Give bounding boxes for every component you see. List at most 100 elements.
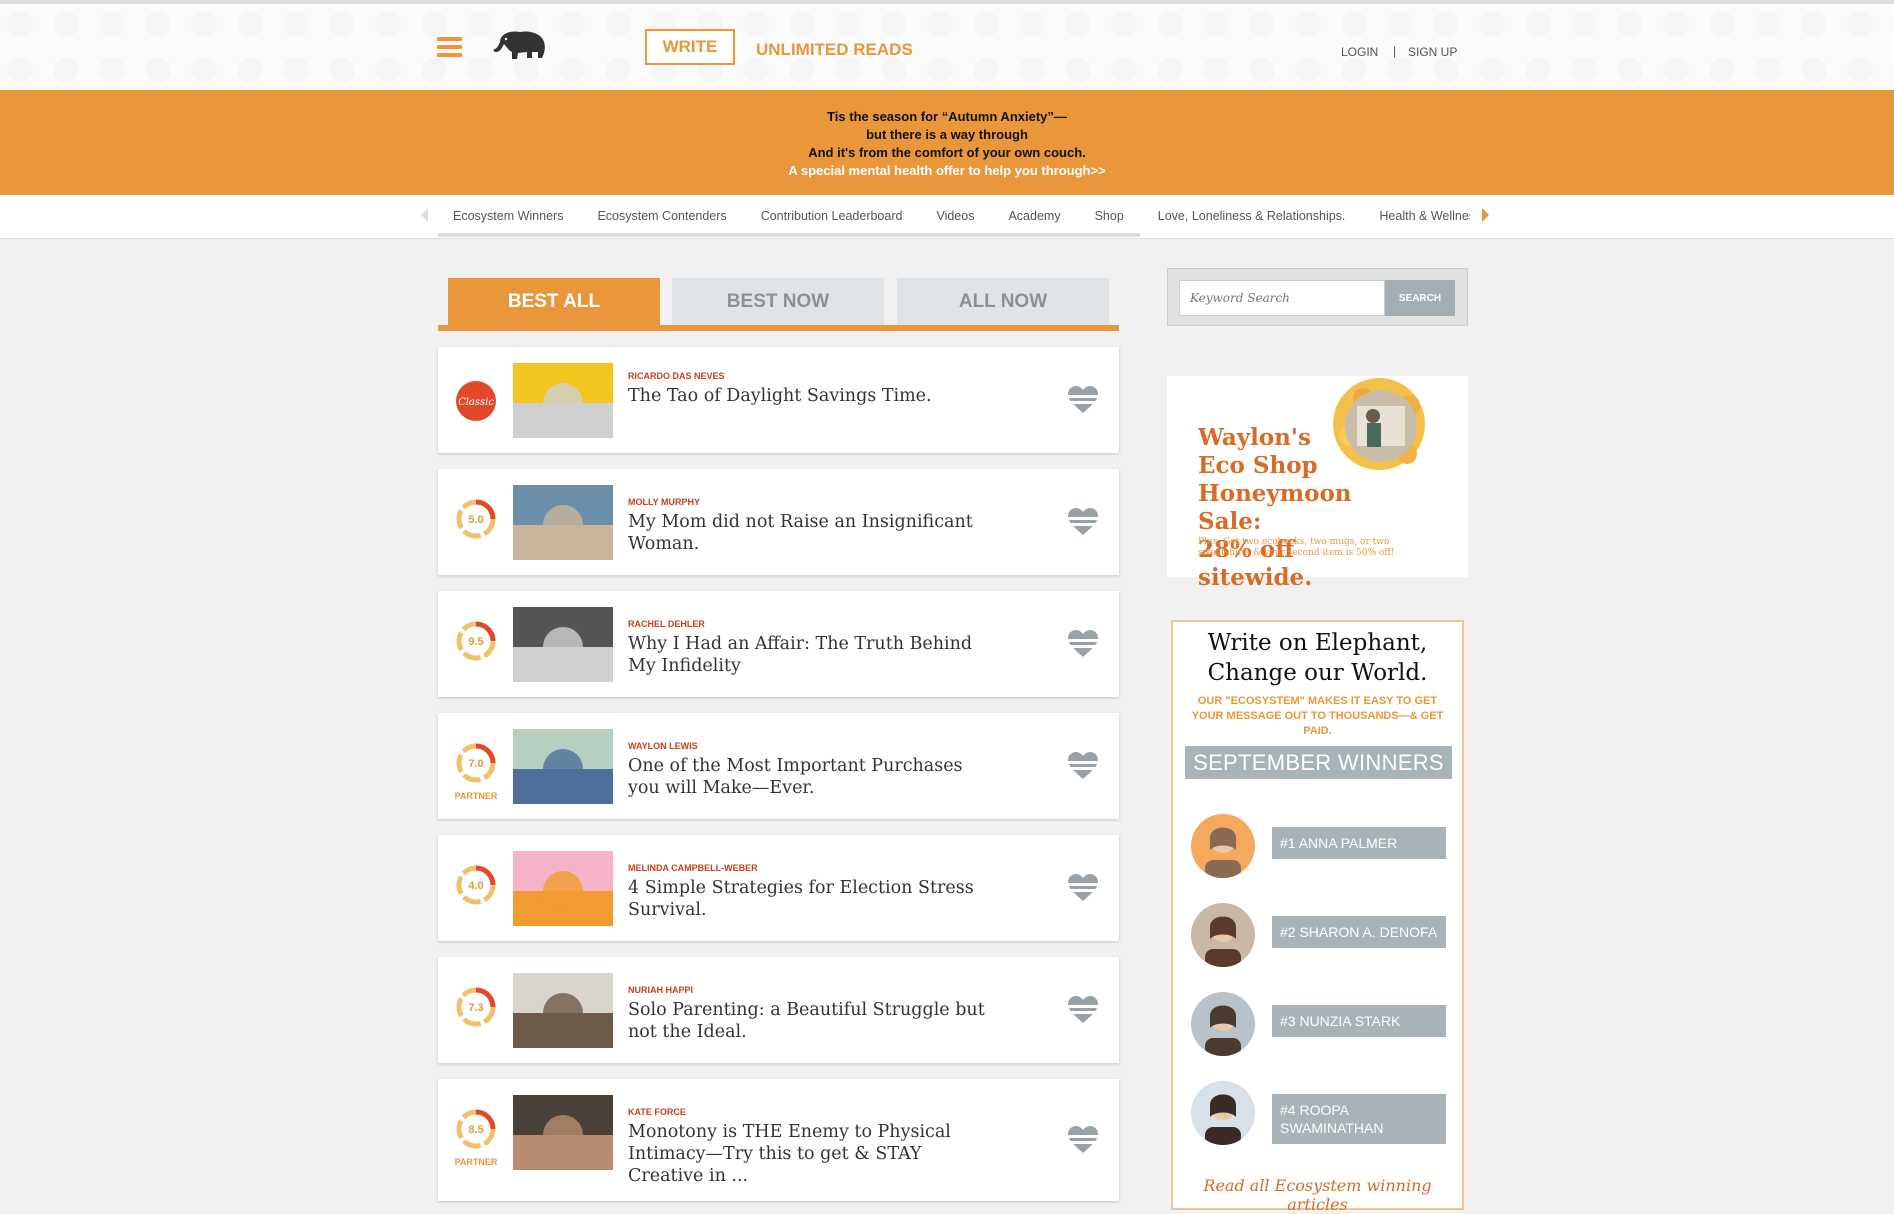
heart-icon[interactable] [1066, 995, 1100, 1025]
avatar[interactable] [1191, 1081, 1255, 1145]
tab-best-all[interactable]: BEST ALL [448, 278, 660, 325]
banner-line-1: Tis the season for “Autumn Anxiety”— [827, 109, 1067, 124]
score-ring-icon: 7.0 [456, 743, 496, 783]
menu-icon[interactable] [437, 37, 462, 59]
category-ecosystem-contenders[interactable]: Ecosystem Contenders [582, 195, 726, 223]
login-link[interactable]: LOGIN [1341, 45, 1378, 59]
scroll-left-icon[interactable] [421, 208, 428, 222]
article-title[interactable]: Monotony is THE Enemy to Physical Intima… [628, 1121, 988, 1187]
search-input[interactable] [1179, 280, 1385, 316]
category-videos[interactable]: Videos [921, 195, 974, 223]
scroll-right-icon[interactable] [1482, 208, 1489, 222]
winner-row[interactable]: #1 ANNA PALMER [1173, 814, 1462, 884]
category-academy[interactable]: Academy [993, 195, 1060, 223]
article-author[interactable]: RICARDO DAS NEVES [628, 371, 725, 381]
signup-link[interactable]: SIGN UP [1408, 45, 1457, 59]
category-shop[interactable]: Shop [1080, 195, 1124, 223]
article-title[interactable]: Why I Had an Affair: The Truth Behind My… [628, 633, 988, 677]
article-card[interactable]: 7.0 PARTNER WAYLON LEWIS One of the Most … [438, 713, 1119, 819]
article-card[interactable]: 9.5 RACHEL DEHLER Why I Had an Affair: Th… [438, 591, 1119, 697]
article-card[interactable]: 5.0 MOLLY MURPHY My Mom did not Raise an … [438, 469, 1119, 575]
article-author[interactable]: WAYLON LEWIS [628, 741, 698, 751]
winners-subtitle: OUR "ECOSYSTEM" MAKES IT EASY TO GET YOU… [1191, 695, 1444, 737]
article-card[interactable]: Classic RICARDO DAS NEVES The Tao of Dayl… [438, 347, 1119, 453]
heart-icon[interactable] [1066, 629, 1100, 659]
banner-line-2: but there is a way through [866, 127, 1028, 142]
score-ring-icon: 7.3 [456, 987, 496, 1027]
article-author[interactable]: MELINDA CAMPBELL-WEBER [628, 863, 758, 873]
article-card[interactable]: 8.5 PARTNER KATE FORCE Monotony is THE En… [438, 1079, 1119, 1201]
winner-name[interactable]: #1 ANNA PALMER [1272, 827, 1446, 859]
article-thumbnail[interactable] [513, 607, 613, 682]
article-title[interactable]: My Mom did not Raise an Insignificant Wo… [628, 511, 988, 555]
article-card[interactable]: 7.3 NURIAH HAPPI Solo Parenting: a Beauti… [438, 957, 1119, 1063]
promo-banner[interactable]: Tis the season for “Autumn Anxiety”— but… [0, 90, 1894, 195]
article-author[interactable]: MOLLY MURPHY [628, 497, 700, 507]
partner-label: PARTNER [454, 791, 498, 801]
article-author[interactable]: KATE FORCE [628, 1107, 686, 1117]
winner-name[interactable]: #4 ROOPA SWAMINATHAN [1272, 1094, 1446, 1144]
tab-all-now[interactable]: ALL NOW [897, 278, 1109, 325]
heart-icon[interactable] [1066, 1125, 1100, 1155]
search-box: SEARCH [1167, 268, 1468, 326]
ad-small-print: Plus: Get two ecobooks, two mugs, or two… [1198, 537, 1395, 558]
sort-tabs: BEST ALL BEST NOW ALL NOW [438, 278, 1119, 332]
article-thumbnail[interactable] [513, 851, 613, 926]
heart-icon[interactable] [1066, 873, 1100, 903]
read-all-winners-link[interactable]: Read all Ecosystem winning articles [1173, 1176, 1462, 1214]
article-title[interactable]: 4 Simple Strategies for Election Stress … [628, 877, 988, 921]
article-title[interactable]: The Tao of Daylight Savings Time. [628, 385, 988, 407]
winner-row[interactable]: #2 SHARON A. DENOFA [1173, 903, 1462, 973]
article-author[interactable]: RACHEL DEHLER [628, 619, 705, 629]
separator: | [1393, 44, 1397, 58]
article-title[interactable]: Solo Parenting: a Beautiful Struggle but… [628, 999, 988, 1043]
article-thumbnail[interactable] [513, 973, 613, 1048]
score-value: 9.5 [468, 636, 483, 648]
september-winners-heading: SEPTEMBER WINNERS [1185, 746, 1452, 779]
category-contribution-leaderboard[interactable]: Contribution Leaderboard [746, 195, 903, 223]
winner-name[interactable]: #2 SHARON A. DENOFA [1272, 916, 1446, 948]
site-header: WRITE UNLIMITED READS LOGIN | SIGN UP [0, 4, 1894, 90]
score-ring-icon: 8.5 [456, 1109, 496, 1149]
score-value: 7.3 [468, 1002, 483, 1014]
banner-line-3: And it's from the comfort of your own co… [808, 145, 1086, 160]
search-button[interactable]: SEARCH [1385, 280, 1455, 316]
classic-badge-icon: Classic [456, 381, 496, 421]
avatar[interactable] [1191, 903, 1255, 967]
heart-icon[interactable] [1066, 507, 1100, 537]
ad-headline-line-1: Waylon's [1198, 424, 1311, 451]
article-thumbnail[interactable] [513, 729, 613, 804]
article-title[interactable]: One of the Most Important Purchases you … [628, 755, 988, 799]
tab-best-now[interactable]: BEST NOW [672, 278, 884, 325]
article-thumbnail[interactable] [513, 363, 613, 438]
write-button[interactable]: WRITE [645, 29, 735, 65]
elephant-logo-icon[interactable] [492, 28, 552, 64]
article-thumbnail[interactable] [513, 485, 613, 560]
score-ring-icon: 9.5 [456, 621, 496, 661]
winner-name[interactable]: #3 NUNZIA STARK [1272, 1005, 1446, 1037]
winner-row[interactable]: #3 NUNZIA STARK [1173, 992, 1462, 1062]
article-thumbnail[interactable] [513, 1095, 613, 1170]
heart-icon[interactable] [1066, 385, 1100, 415]
unlimited-reads-link[interactable]: UNLIMITED READS [756, 40, 913, 60]
eco-shop-ad[interactable]: Waylon's Eco Shop Honeymoon Sale: 28% of… [1167, 376, 1468, 591]
winners-box: Write on Elephant, Change our World. OUR… [1171, 620, 1464, 1214]
article-author[interactable]: NURIAH HAPPI [628, 985, 693, 995]
category-ecosystem-winners[interactable]: Ecosystem Winners [438, 195, 563, 223]
winner-row[interactable]: #4 ROOPA SWAMINATHAN [1173, 1081, 1462, 1151]
ad-headline-line-2: Eco Shop [1198, 452, 1318, 479]
category-love-relationships[interactable]: Love, Loneliness & Relationships. [1143, 195, 1346, 223]
score-value: 4.0 [468, 880, 483, 892]
category-health-wellness[interactable]: Health & Wellness [1364, 195, 1470, 223]
heart-icon[interactable] [1066, 751, 1100, 781]
score-value: 5.0 [468, 514, 483, 526]
winners-title: Write on Elephant, Change our World. [1207, 630, 1428, 686]
score-value: 8.5 [468, 1124, 483, 1136]
ad-headline-line-3: Honeymoon Sale: [1198, 480, 1352, 535]
banner-offer-link[interactable]: A special mental health offer to help yo… [0, 162, 1894, 180]
category-scrollbar[interactable] [438, 233, 1140, 237]
ad-headline: Waylon's Eco Shop Honeymoon Sale: 28% of… [1198, 424, 1398, 592]
avatar[interactable] [1191, 992, 1255, 1056]
article-card[interactable]: 4.0 MELINDA CAMPBELL-WEBER 4 Simple Strat… [438, 835, 1119, 941]
avatar[interactable] [1191, 814, 1255, 878]
